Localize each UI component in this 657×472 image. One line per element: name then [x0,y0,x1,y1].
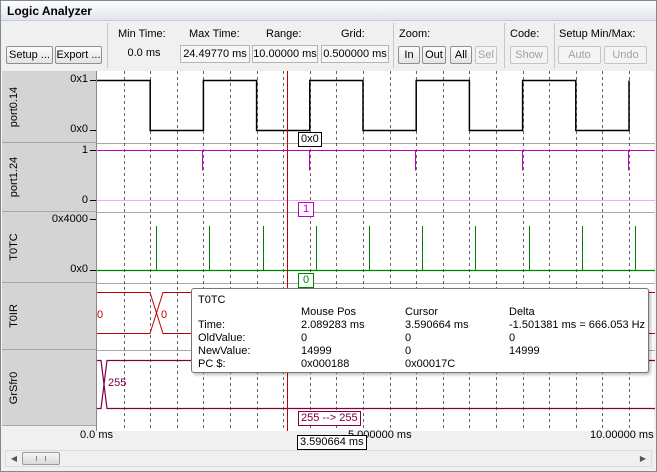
tooltip-old-cursor: 0 [405,332,412,344]
cursor-value-port1: 1 [298,202,315,217]
cursor-value-t0tc: 0 [298,273,315,288]
tooltip-new-delta: 14999 [509,345,540,357]
tooltip-new-cursor: 0 [405,345,412,357]
tooltip-row-old: OldValue: [198,332,246,344]
range-value: 10.00000 ms [252,45,318,63]
code-label: Code: [510,28,540,40]
tooltip-time-delta: -1.501381 ms = 666.053 Hz [509,319,646,331]
zoom-in-button[interactable]: In [398,46,420,64]
logic-analyzer-window: Logic Analyzer Setup ... Export ... Min … [0,0,657,472]
waveform-svg[interactable] [97,71,655,431]
signal-name: GrSfr0 [8,371,20,404]
y-tick-bottom: 0 [81,194,88,206]
grid-label: Grid: [341,28,365,40]
range-label: Range: [266,28,302,40]
tooltip-old-delta: 0 [509,332,516,344]
signal-info-tooltip: T0TC Mouse Pos Cursor Delta Time: 2.0892… [191,288,649,373]
tooltip-time-cursor: 3.590664 ms [405,319,469,331]
signal-name: T0TC [8,233,20,261]
auto-button[interactable]: Auto [558,46,601,64]
tooltip-row-new: NewValue: [198,345,251,357]
grip-icon [36,456,46,461]
t0ir-value-left: 0 [97,309,104,321]
tooltip-signal: T0TC [198,294,226,306]
tooltip-col-mouse: Mouse Pos [301,306,357,318]
zoom-out-button[interactable]: Out [422,46,446,64]
scroll-right-icon[interactable]: ▶ [636,452,650,465]
zoom-sel-button[interactable]: Sel [475,46,497,64]
zoom-label: Zoom: [399,28,431,40]
scrollbar-thumb[interactable] [22,452,60,465]
tooltip-col-cursor: Cursor [405,306,439,318]
tooltip-pc-cursor: 0x00017C [405,358,456,370]
setup-minmax-group: Setup Min/Max: Auto Undo [554,23,654,68]
x-tick-start: 0.0 ms [80,429,114,441]
y-tick-bottom: 0x0 [70,263,88,275]
cursor-value-port0: 0x0 [298,132,322,147]
zoom-all-button[interactable]: All [450,46,472,64]
lane-label-port1[interactable]: port1.24 1 0 [2,143,96,212]
lane-label-t0ir[interactable]: T0IR [2,283,96,350]
signal-name: port1.24 [8,156,20,198]
lane-label-t0tc[interactable]: T0TC 0x4000 0x0 [2,212,96,283]
code-show-button[interactable]: Show [510,46,548,64]
y-tick-bottom: 0x0 [70,123,88,135]
max-time-label: Max Time: [189,28,240,40]
export-button[interactable]: Export ... [55,46,102,64]
tooltip-col-delta: Delta [509,306,535,318]
tooltip-row-pc: PC $: [198,358,226,370]
lane-label-port0[interactable]: port0.14 0x1 0x0 [2,71,96,143]
tooltip-row-time: Time: [198,319,226,331]
time-group: Min Time: Max Time: Range: Grid: 0.0 ms … [107,23,391,68]
window-title: Logic Analyzer [7,4,92,18]
tooltip-pc-mouse: 0x000188 [301,358,350,370]
scroll-left-icon[interactable]: ◀ [7,452,21,465]
signal-name: T0IR [8,304,20,328]
setup-button[interactable]: Setup ... [6,46,53,64]
signal-labels-panel: port0.14 0x1 0x0 port1.24 1 0 T0TC 0x400… [2,71,96,431]
code-group: Code: Show [504,23,552,68]
signal-name: port0.14 [8,86,20,127]
grsfr-value: 255 [108,377,127,389]
tooltip-old-mouse: 0 [301,332,308,344]
tooltip-time-mouse: 2.089283 ms [301,319,365,331]
x-tick-end: 10.00000 ms [590,429,654,441]
y-tick-top: 0x1 [70,73,88,85]
series-port0-14 [97,79,630,132]
title-bar: Logic Analyzer [1,1,656,21]
grid-value: 0.500000 ms [321,45,389,63]
min-time-label: Min Time: [118,28,166,40]
setup-minmax-label: Setup Min/Max: [559,28,636,40]
y-tick-top: 0x4000 [51,213,88,225]
tooltip-new-mouse: 14999 [301,345,332,357]
max-time-value: 24.49770 ms [180,45,250,63]
time-axis: 0.0 ms 5.000000 ms 10.00000 ms 3.590664 … [2,426,654,450]
undo-button[interactable]: Undo [604,46,647,64]
grsfr-change-box: 255 --> 255 [298,411,361,426]
min-time-value: 0.0 ms [127,47,161,59]
zoom-group: Zoom: In Out All Sel [393,23,501,68]
lane-label-grsfr0[interactable]: GrSfr0 [2,350,96,426]
cursor-time-label: 3.590664 ms [297,435,367,450]
y-tick-top: 1 [81,144,88,156]
horizontal-scrollbar[interactable]: ◀ ▶ [5,450,652,467]
t0ir-value-mid: 0 [161,309,168,321]
waveform-plot[interactable]: 0x0 1 0 0 0 255 255 --> 255 [96,71,655,431]
